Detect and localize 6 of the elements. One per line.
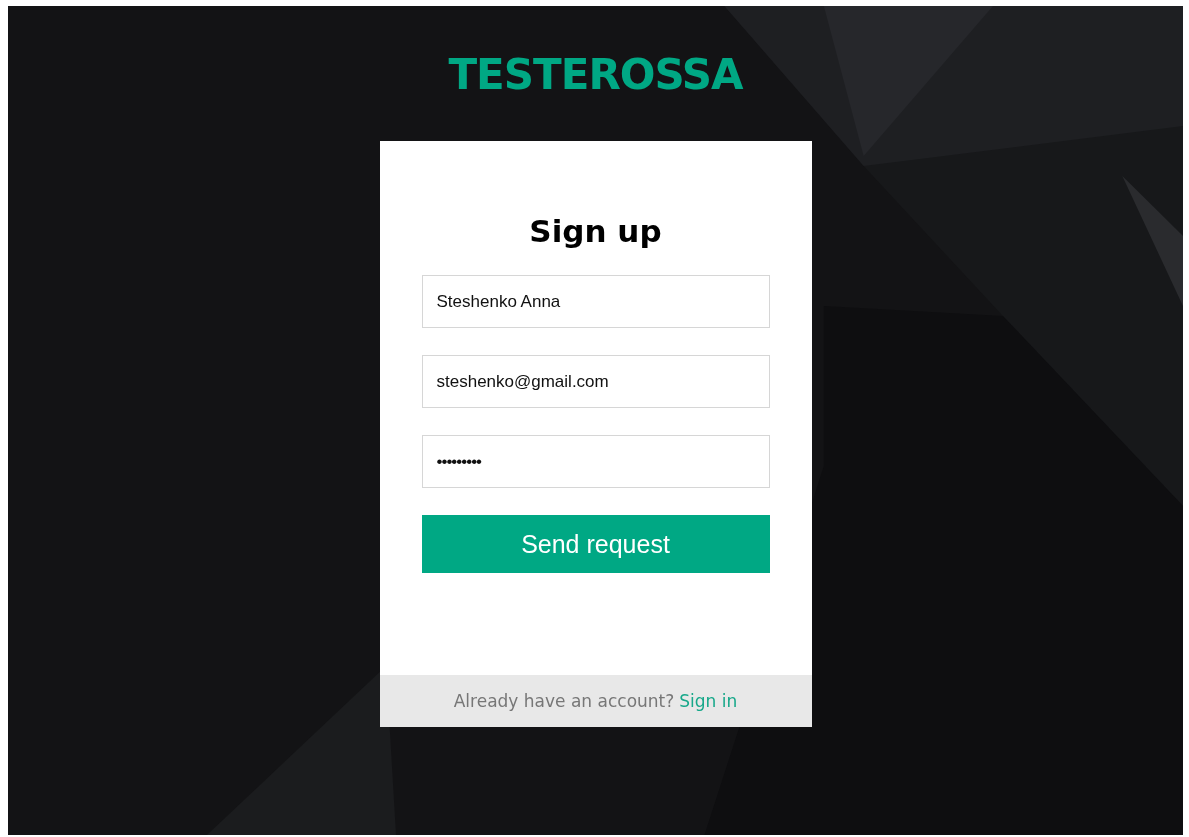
name-field[interactable]: Steshenko Anna [421, 275, 770, 328]
logo: TESTEROSSA [448, 54, 743, 96]
form-title: Sign up [529, 213, 662, 249]
email-field[interactable]: steshenko@gmail.com [421, 355, 770, 408]
footer-text: Already have an account? [453, 691, 675, 711]
password-field[interactable]: ••••••••• [421, 435, 770, 488]
